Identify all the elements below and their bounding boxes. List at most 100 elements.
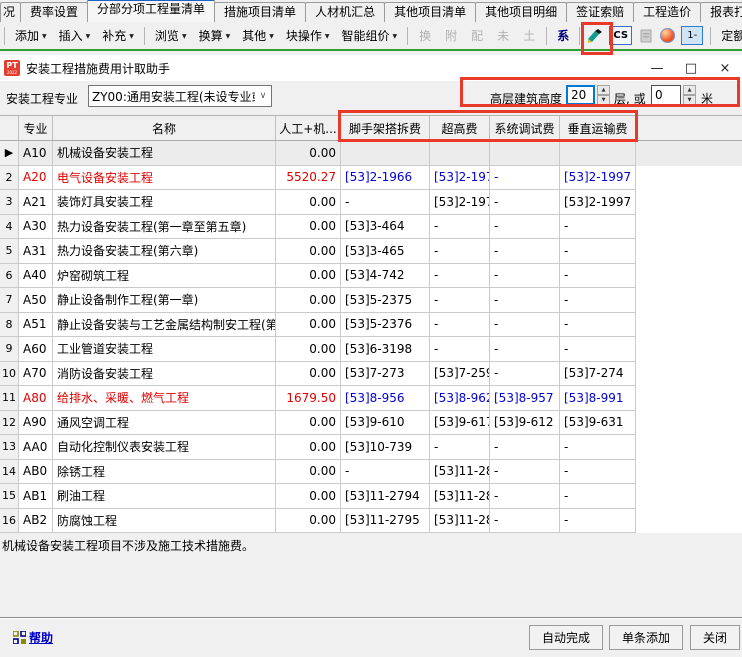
table-row[interactable]: 11A80给排水、采暖、燃气工程1679.50[53]8-956[53]8-96… [0, 386, 742, 411]
cell-labor-machine-cost[interactable]: 0.00 [276, 239, 341, 264]
tab-6[interactable]: 其他项目清单 [384, 2, 476, 22]
single-add-button[interactable]: 单条添加 [609, 625, 683, 650]
cell-system-debug-fee[interactable]: - [490, 166, 560, 191]
tab-10[interactable]: 报表打印 [700, 2, 742, 22]
cell-specialty[interactable]: A50 [19, 288, 53, 313]
table-row[interactable]: ▶A10机械设备安装工程0.00 [0, 141, 742, 166]
row-indicator[interactable]: 3 [0, 190, 19, 215]
cell-labor-machine-cost[interactable]: 0.00 [276, 435, 341, 460]
cell-scaffold-fee[interactable]: - [341, 190, 430, 215]
floors-input[interactable] [566, 85, 595, 105]
cell-vertical-transport-fee[interactable]: - [560, 509, 636, 534]
table-row[interactable]: 7A50静止设备制作工程(第一章)0.00[53]5-2375--- [0, 288, 742, 313]
tab-3[interactable]: 分部分项工程量清单 [87, 0, 215, 22]
spin-up-icon[interactable]: ▲ [597, 85, 610, 95]
cell-super-height-fee[interactable]: - [430, 264, 490, 289]
cell-specialty[interactable]: AB1 [19, 484, 53, 509]
cell-specialty[interactable]: A10 [19, 141, 53, 166]
cell-labor-machine-cost[interactable]: 0.00 [276, 337, 341, 362]
cell-specialty[interactable]: A60 [19, 337, 53, 362]
table-row[interactable]: 15AB1刷油工程0.00[53]11-2794[53]11-2802-- [0, 484, 742, 509]
meters-input[interactable] [651, 85, 681, 105]
cell-vertical-transport-fee[interactable]: - [560, 288, 636, 313]
tab-2[interactable]: 费率设置 [20, 2, 88, 22]
cell-scaffold-fee[interactable]: [53]7-273 [341, 362, 430, 387]
cell-scaffold-fee[interactable]: [53]8-956 [341, 386, 430, 411]
cell-scaffold-fee[interactable]: [53]2-1966 [341, 166, 430, 191]
cell-specialty[interactable]: A40 [19, 264, 53, 289]
tab-1[interactable]: 况 [0, 2, 21, 22]
cell-labor-machine-cost[interactable]: 0.00 [276, 484, 341, 509]
cell-super-height-fee[interactable]: [53]11-2802 [430, 509, 490, 534]
table-row[interactable]: 14AB0除锈工程0.00-[53]11-2802-- [0, 460, 742, 485]
table-row[interactable]: 12A90通风空调工程0.00[53]9-610[53]9-617[53]9-6… [0, 411, 742, 436]
cell-vertical-transport-fee[interactable]: [53]2-1997 [560, 190, 636, 215]
red-orb-icon[interactable] [660, 28, 675, 43]
cell-system-debug-fee[interactable]: - [490, 337, 560, 362]
close-icon[interactable]: × [708, 55, 742, 81]
tab-8[interactable]: 签证索赔 [566, 2, 634, 22]
toolbar-disabled-button-4[interactable]: 未 [491, 25, 515, 46]
row-indicator[interactable]: 8 [0, 313, 19, 338]
row-indicator[interactable]: 10 [0, 362, 19, 387]
cell-name[interactable]: 消防设备安装工程 [53, 362, 276, 387]
toolbar-menu-6[interactable]: 其他▼ [237, 25, 279, 46]
cell-name[interactable]: 防腐蚀工程 [53, 509, 276, 534]
cell-specialty[interactable]: AA0 [19, 435, 53, 460]
floors-stepper[interactable]: ▲ ▼ [597, 85, 610, 105]
cell-system-debug-fee[interactable]: [53]9-612 [490, 411, 560, 436]
tab-9[interactable]: 工程造价 [633, 2, 701, 22]
table-row[interactable]: 3A21装饰灯具安装工程0.00-[53]2-1972-[53]2-1997 [0, 190, 742, 215]
row-indicator[interactable]: 11 [0, 386, 19, 411]
cell-labor-machine-cost[interactable]: 1679.50 [276, 386, 341, 411]
cell-vertical-transport-fee[interactable]: [53]2-1997 [560, 166, 636, 191]
cell-system-debug-fee[interactable]: - [490, 313, 560, 338]
cell-system-debug-fee[interactable]: - [490, 239, 560, 264]
cell-scaffold-fee[interactable]: [53]3-465 [341, 239, 430, 264]
cell-labor-machine-cost[interactable]: 0.00 [276, 509, 341, 534]
cell-name[interactable]: 刷油工程 [53, 484, 276, 509]
table-row[interactable]: 10A70消防设备安装工程0.00[53]7-273[53]7-259-[53]… [0, 362, 742, 387]
toolbar-disabled-button-3[interactable]: 配 [465, 25, 489, 46]
toolbar-disabled-button-5[interactable]: 土 [517, 25, 541, 46]
cell-specialty[interactable]: AB2 [19, 509, 53, 534]
cell-name[interactable]: 静止设备制作工程(第一章) [53, 288, 276, 313]
cell-name[interactable]: 电气设备安装工程 [53, 166, 276, 191]
cell-super-height-fee[interactable]: - [430, 435, 490, 460]
row-indicator[interactable]: 9 [0, 337, 19, 362]
cell-specialty[interactable]: A21 [19, 190, 53, 215]
close-button[interactable]: 关闭 [690, 625, 740, 650]
row-indicator[interactable]: 5 [0, 239, 19, 264]
cell-vertical-transport-fee[interactable]: - [560, 313, 636, 338]
cell-scaffold-fee[interactable]: [53]11-2795 [341, 509, 430, 534]
toolbar-menu-5[interactable]: 换算▼ [194, 25, 236, 46]
cell-name[interactable]: 通风空调工程 [53, 411, 276, 436]
row-indicator[interactable]: 15 [0, 484, 19, 509]
row-indicator[interactable]: 4 [0, 215, 19, 240]
cell-labor-machine-cost[interactable]: 0.00 [276, 313, 341, 338]
cell-super-height-fee[interactable]: [53]11-2802 [430, 460, 490, 485]
cell-labor-machine-cost[interactable]: 0.00 [276, 460, 341, 485]
table-row[interactable]: 16AB2防腐蚀工程0.00[53]11-2795[53]11-2802-- [0, 509, 742, 534]
row-indicator[interactable]: 16 [0, 509, 19, 534]
row-indicator[interactable]: 7 [0, 288, 19, 313]
row-indicator[interactable]: 14 [0, 460, 19, 485]
cell-name[interactable]: 热力设备安装工程(第一章至第五章) [53, 215, 276, 240]
cell-specialty[interactable]: A51 [19, 313, 53, 338]
cell-scaffold-fee[interactable] [341, 141, 430, 166]
one-minus-button[interactable]: 1- [681, 26, 703, 45]
toolbar-disabled-button-1[interactable]: 换 [413, 25, 437, 46]
cell-name[interactable]: 炉窑砌筑工程 [53, 264, 276, 289]
cell-super-height-fee[interactable]: [53]7-259 [430, 362, 490, 387]
paint-brush-icon[interactable] [586, 27, 604, 45]
cell-labor-machine-cost[interactable]: 5520.27 [276, 166, 341, 191]
cell-scaffold-fee[interactable]: [53]6-3198 [341, 337, 430, 362]
row-indicator[interactable]: 12 [0, 411, 19, 436]
cell-super-height-fee[interactable]: - [430, 239, 490, 264]
cell-super-height-fee[interactable]: - [430, 288, 490, 313]
cell-vertical-transport-fee[interactable]: - [560, 239, 636, 264]
cell-labor-machine-cost[interactable]: 0.00 [276, 362, 341, 387]
cell-specialty[interactable]: A30 [19, 215, 53, 240]
cell-vertical-transport-fee[interactable]: - [560, 264, 636, 289]
cell-scaffold-fee[interactable]: [53]5-2375 [341, 288, 430, 313]
